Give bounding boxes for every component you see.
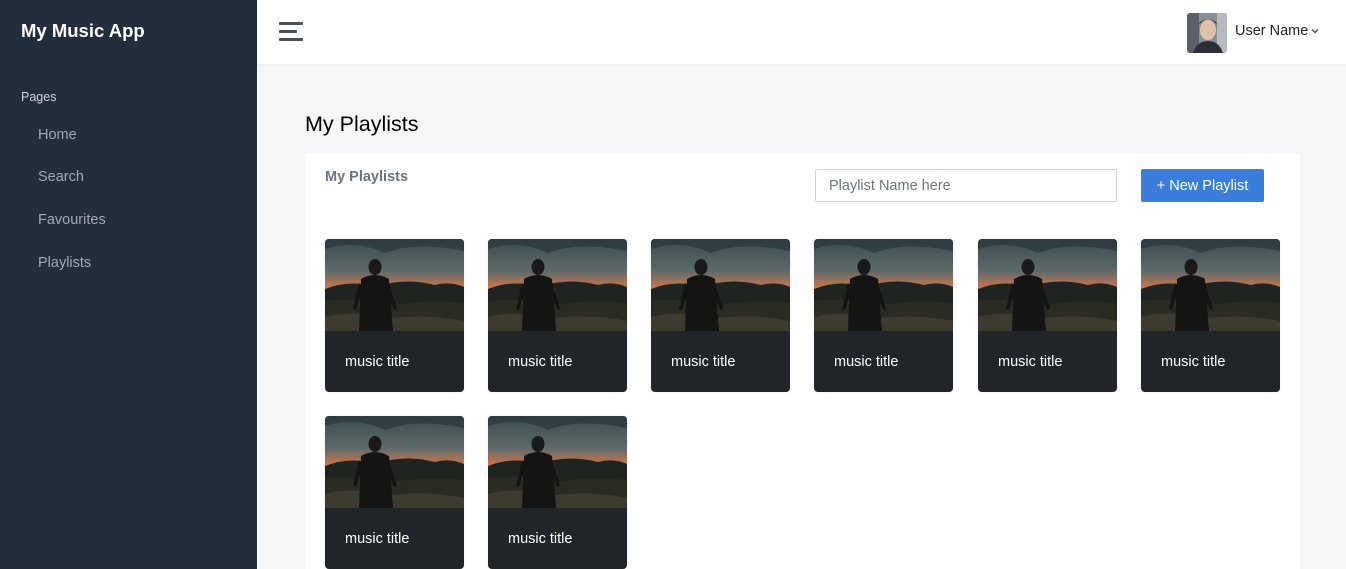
playlist-title: music title [508, 531, 573, 547]
playlist-tile[interactable]: music title [325, 416, 464, 569]
sidebar: My Music App Pages Home Search Favourite… [0, 0, 257, 569]
playlist-tile[interactable]: music title [651, 239, 790, 392]
playlist-title: music title [345, 354, 410, 370]
playlist-cover-image [1141, 239, 1280, 331]
playlist-tile[interactable]: music title [1141, 239, 1280, 392]
playlist-name-input[interactable] [815, 169, 1117, 202]
sidebar-item-favourites[interactable]: Favourites [38, 212, 106, 228]
user-name[interactable]: User Name [1235, 23, 1308, 39]
page-title: My Playlists [305, 112, 419, 136]
playlist-title: music title [345, 531, 410, 547]
playlist-cover-image [488, 239, 627, 331]
playlist-cover-image [814, 239, 953, 331]
playlist-cover-image [325, 239, 464, 331]
playlist-tile[interactable]: music title [488, 416, 627, 569]
top-navbar: User Name [257, 0, 1346, 64]
hamburger-icon[interactable] [279, 22, 303, 42]
playlist-title: music title [1161, 354, 1226, 370]
playlist-tile[interactable]: music title [325, 239, 464, 392]
user-avatar[interactable] [1187, 13, 1227, 53]
playlist-title: music title [998, 354, 1063, 370]
sidebar-item-home[interactable]: Home [38, 127, 77, 143]
playlist-title: music title [671, 354, 736, 370]
playlist-cover-image [651, 239, 790, 331]
playlist-tile[interactable]: music title [978, 239, 1117, 392]
playlist-tile[interactable]: music title [488, 239, 627, 392]
sidebar-section-header: Pages [21, 90, 57, 104]
playlist-cover-image [325, 416, 464, 508]
playlist-tile[interactable]: music title [814, 239, 953, 392]
sidebar-item-playlists[interactable]: Playlists [38, 255, 91, 271]
playlist-cover-image [978, 239, 1117, 331]
app-brand[interactable]: My Music App [21, 20, 145, 42]
card-title: My Playlists [325, 169, 409, 185]
playlist-cover-image [488, 416, 627, 508]
playlist-title: music title [834, 354, 899, 370]
sidebar-item-search[interactable]: Search [38, 169, 84, 185]
chevron-down-icon[interactable] [1310, 26, 1320, 36]
new-playlist-button[interactable]: + New Playlist [1141, 169, 1264, 202]
playlist-title: music title [508, 354, 573, 370]
